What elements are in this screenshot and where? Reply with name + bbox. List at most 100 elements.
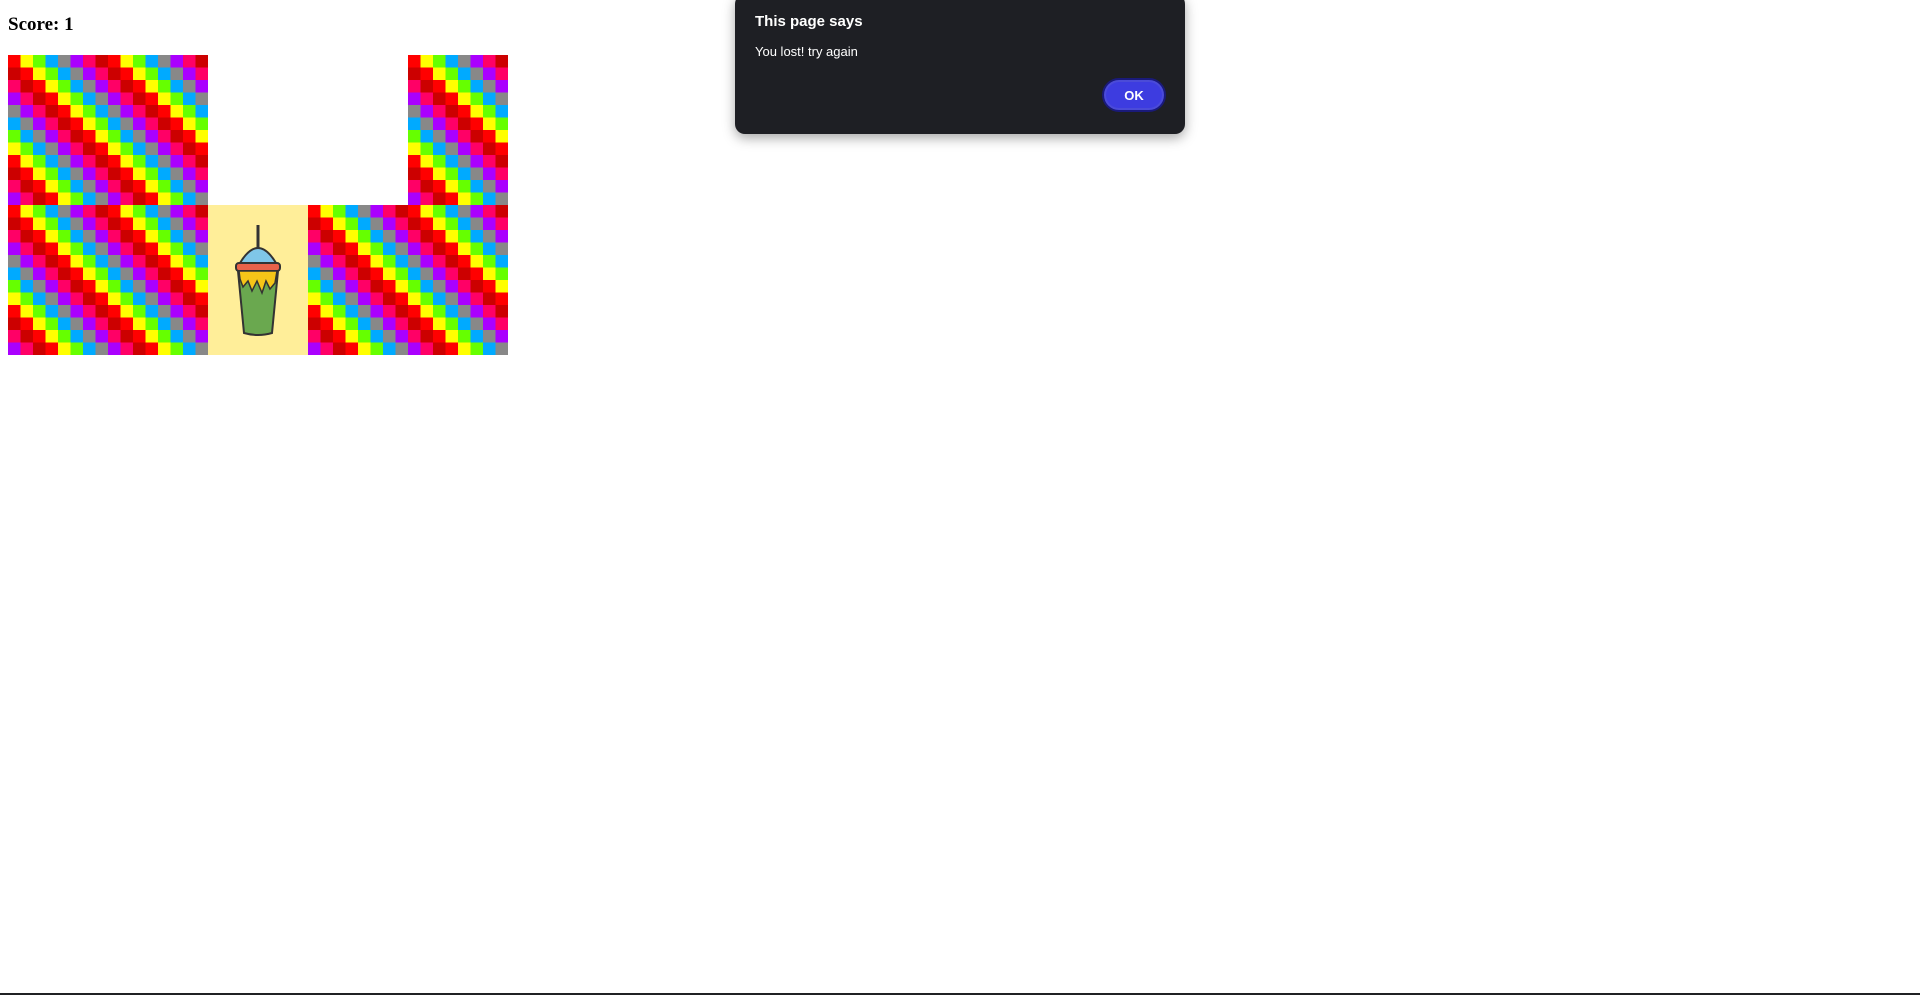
- pattern-cell: [95, 80, 108, 93]
- pattern-cell: [20, 192, 33, 205]
- pattern-cell: [408, 130, 421, 143]
- pattern-cell: [45, 80, 58, 93]
- pattern-cell: [95, 55, 108, 68]
- pattern-cell: [458, 330, 471, 343]
- pattern-cell: [33, 317, 46, 330]
- pattern-cell: [433, 230, 446, 243]
- pattern-cell: [395, 317, 408, 330]
- pattern-cell: [70, 67, 83, 80]
- pattern-cell: [370, 205, 383, 218]
- pattern-cell: [183, 117, 196, 130]
- pattern-cell: [45, 342, 58, 355]
- pattern-cell: [383, 292, 396, 305]
- pattern-cell: [495, 67, 508, 80]
- pattern-cell: [8, 255, 21, 268]
- pattern-cell: [170, 130, 183, 143]
- game-board: [8, 55, 508, 355]
- pattern-cell: [108, 130, 121, 143]
- pattern-cell: [470, 192, 483, 205]
- pattern-cell: [470, 67, 483, 80]
- pattern-cell: [83, 67, 96, 80]
- pattern-cell: [333, 255, 346, 268]
- pattern-cell: [395, 217, 408, 230]
- pattern-cell: [20, 317, 33, 330]
- pattern-cell: [483, 192, 496, 205]
- pattern-cell: [33, 205, 46, 218]
- pattern-cell: [483, 217, 496, 230]
- pattern-cell: [370, 267, 383, 280]
- pattern-cell: [45, 305, 58, 318]
- pattern-cell: [345, 292, 358, 305]
- pattern-cell: [370, 242, 383, 255]
- pattern-cell: [408, 267, 421, 280]
- pattern-cell: [108, 280, 121, 293]
- pattern-cell: [108, 242, 121, 255]
- pattern-cell: [8, 280, 21, 293]
- pattern-cell: [145, 292, 158, 305]
- pattern-cell: [70, 267, 83, 280]
- pattern-cell: [458, 105, 471, 118]
- pattern-cell: [70, 117, 83, 130]
- pattern-cell: [58, 230, 71, 243]
- pattern-cell: [433, 205, 446, 218]
- pattern-cell: [433, 155, 446, 168]
- pattern-cell: [408, 217, 421, 230]
- pattern-cell: [458, 55, 471, 68]
- pattern-cell: [358, 267, 371, 280]
- pattern-cell: [495, 142, 508, 155]
- pattern-cell: [495, 180, 508, 193]
- pattern-cell: [8, 55, 21, 68]
- pattern-cell: [195, 80, 208, 93]
- pattern-cell: [108, 67, 121, 80]
- pattern-cell: [158, 55, 171, 68]
- pattern-cell: [445, 242, 458, 255]
- pattern-cell: [158, 205, 171, 218]
- pattern-cell: [20, 167, 33, 180]
- pattern-cell: [83, 230, 96, 243]
- pattern-cell: [145, 117, 158, 130]
- pattern-cell: [383, 242, 396, 255]
- pattern-cell: [433, 142, 446, 155]
- pattern-cell: [70, 305, 83, 318]
- pattern-cell: [58, 167, 71, 180]
- pattern-cell: [195, 92, 208, 105]
- pattern-cell: [370, 280, 383, 293]
- pattern-cell: [158, 192, 171, 205]
- pattern-cell: [195, 267, 208, 280]
- pattern-cell: [145, 180, 158, 193]
- pattern-cell: [345, 242, 358, 255]
- pattern-cell: [320, 317, 333, 330]
- pattern-cell: [195, 305, 208, 318]
- pattern-cell: [83, 80, 96, 93]
- pattern-cell: [483, 317, 496, 330]
- pattern-cell: [108, 330, 121, 343]
- pattern-cell: [33, 242, 46, 255]
- pattern-cell: [33, 230, 46, 243]
- pattern-cell: [495, 255, 508, 268]
- pattern-cell: [158, 267, 171, 280]
- pattern-cell: [108, 180, 121, 193]
- pattern-cell: [308, 217, 321, 230]
- alert-dialog: This page says You lost! try again OK: [735, 0, 1185, 134]
- rainbow-pattern: [308, 205, 408, 355]
- pattern-cell: [70, 342, 83, 355]
- pattern-cell: [70, 155, 83, 168]
- pattern-cell: [83, 255, 96, 268]
- pattern-cell: [183, 155, 196, 168]
- pattern-cell: [70, 217, 83, 230]
- pattern-cell: [433, 92, 446, 105]
- pattern-cell: [195, 117, 208, 130]
- pattern-cell: [158, 167, 171, 180]
- pattern-cell: [170, 92, 183, 105]
- pattern-cell: [95, 180, 108, 193]
- pattern-cell: [133, 105, 146, 118]
- pattern-cell: [358, 292, 371, 305]
- pattern-cell: [70, 292, 83, 305]
- pattern-cell: [33, 55, 46, 68]
- pattern-cell: [195, 255, 208, 268]
- dialog-title: This page says: [755, 13, 863, 30]
- pattern-cell: [45, 155, 58, 168]
- pattern-cell: [20, 330, 33, 343]
- pattern-cell: [8, 130, 21, 143]
- ok-button[interactable]: OK: [1102, 78, 1166, 112]
